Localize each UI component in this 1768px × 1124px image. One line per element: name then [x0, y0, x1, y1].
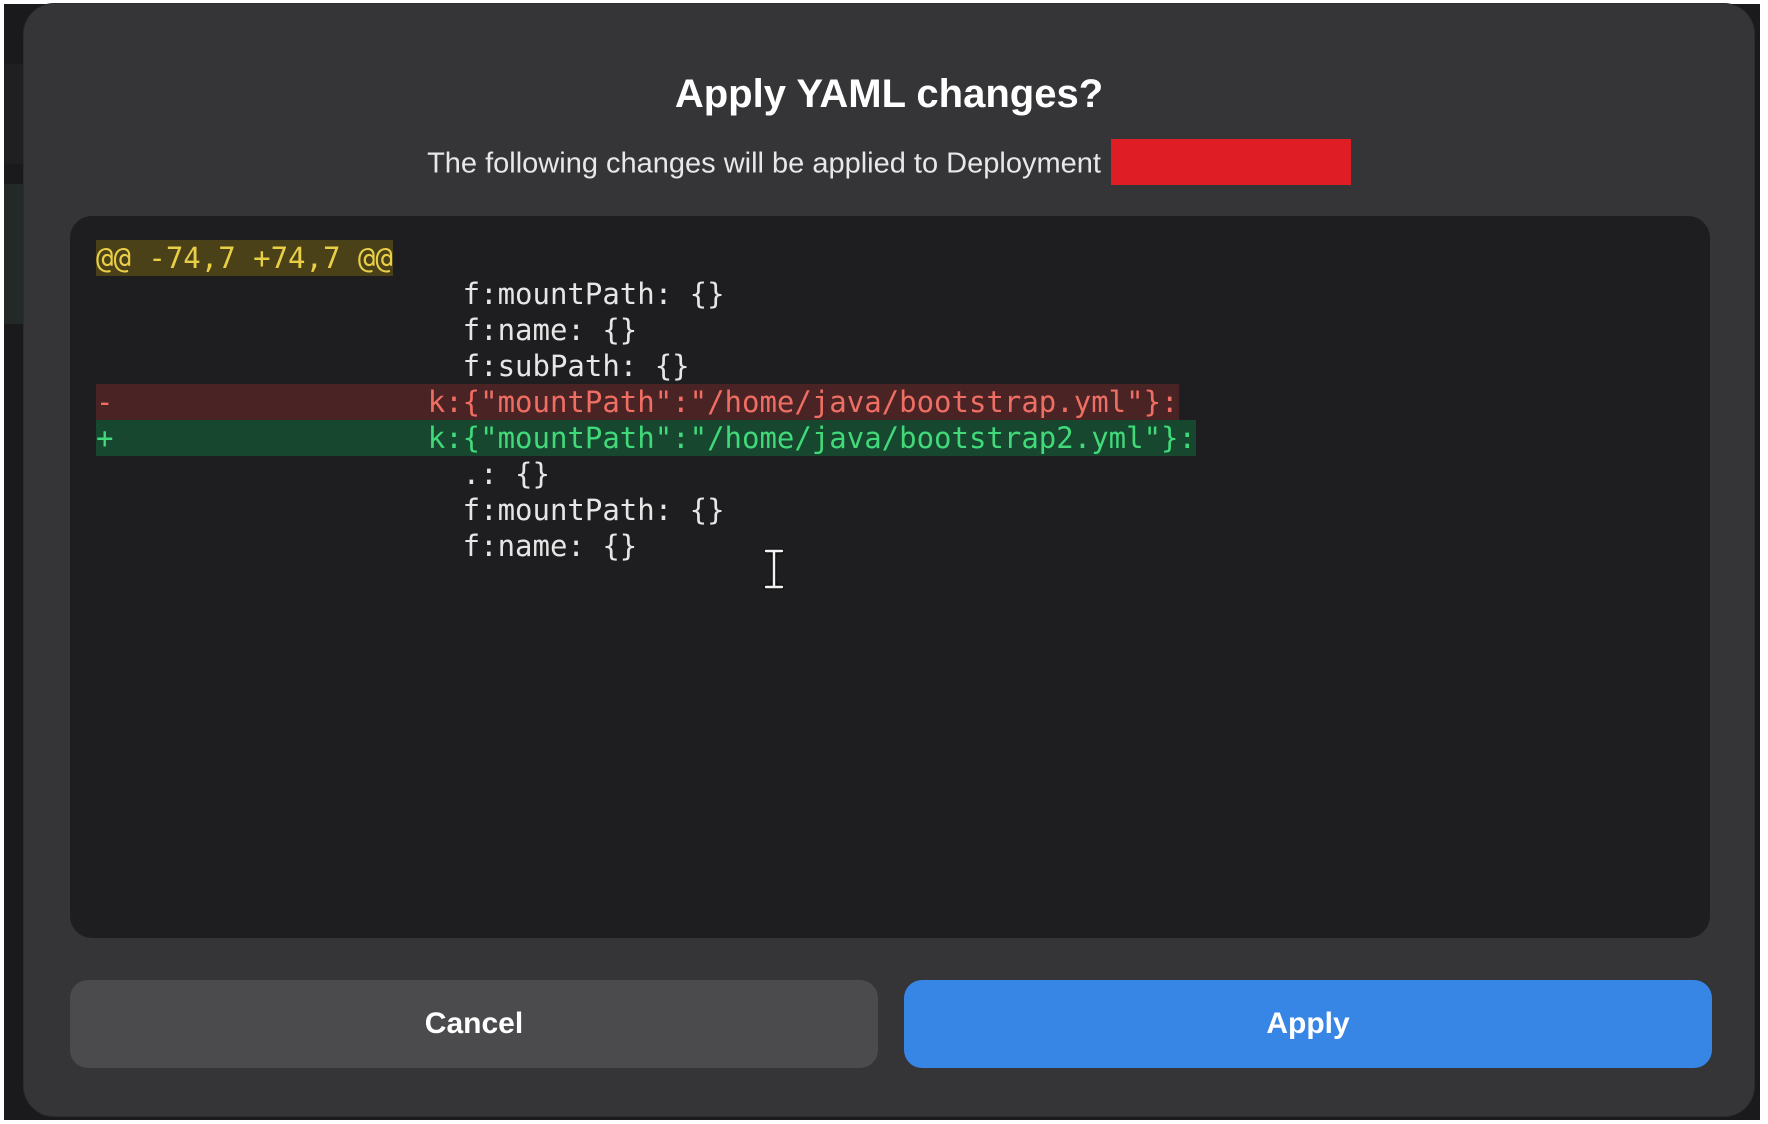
apply-yaml-dialog: Apply YAML changes? The following change… [24, 4, 1754, 1116]
diff-hunk-header: @@ -74,7 +74,7 @@ [96, 240, 393, 276]
backdrop-panel [4, 184, 26, 324]
diff-line-context: f:mountPath: {} [96, 276, 1196, 312]
diff-hunk-header-line: @@ -74,7 +74,7 @@ [96, 240, 1196, 276]
diff-viewer[interactable]: @@ -74,7 +74,7 @@ f:mountPath: {} f:name… [70, 216, 1710, 938]
dialog-subtitle: The following changes will be applied to… [24, 139, 1754, 188]
cancel-button[interactable]: Cancel [70, 980, 878, 1068]
redacted-deployment-name [1110, 139, 1351, 185]
backdrop-panel [4, 64, 26, 164]
diff-line-text: f:mountPath: {} [96, 277, 725, 311]
diff-line-context: f:mountPath: {} [96, 492, 1196, 528]
diff-line-text: - k:{"mountPath":"/home/java/bootstrap.y… [96, 384, 1179, 420]
dialog-subtitle-text: The following changes will be applied to… [427, 147, 1101, 180]
dialog-title: Apply YAML changes? [674, 72, 1104, 116]
diff-line-added: + k:{"mountPath":"/home/java/bootstrap2.… [96, 420, 1196, 456]
diff-line-text: f:subPath: {} [96, 349, 690, 383]
diff-line-removed: - k:{"mountPath":"/home/java/bootstrap.y… [96, 384, 1196, 420]
apply-button[interactable]: Apply [904, 980, 1712, 1068]
diff-line-context: f:subPath: {} [96, 348, 1196, 384]
diff-line-text: f:name: {} [96, 529, 638, 563]
diff-code: @@ -74,7 +74,7 @@ f:mountPath: {} f:name… [96, 240, 1196, 564]
diff-line-context: f:name: {} [96, 312, 1196, 348]
diff-line-text: + k:{"mountPath":"/home/java/bootstrap2.… [96, 420, 1196, 456]
diff-line-context: .: {} [96, 456, 1196, 492]
text-cursor-icon [763, 548, 785, 590]
diff-line-context: f:name: {} [96, 528, 1196, 564]
diff-line-text: f:mountPath: {} [96, 493, 725, 527]
diff-line-text: f:name: {} [96, 313, 638, 347]
diff-line-text: .: {} [96, 457, 550, 491]
